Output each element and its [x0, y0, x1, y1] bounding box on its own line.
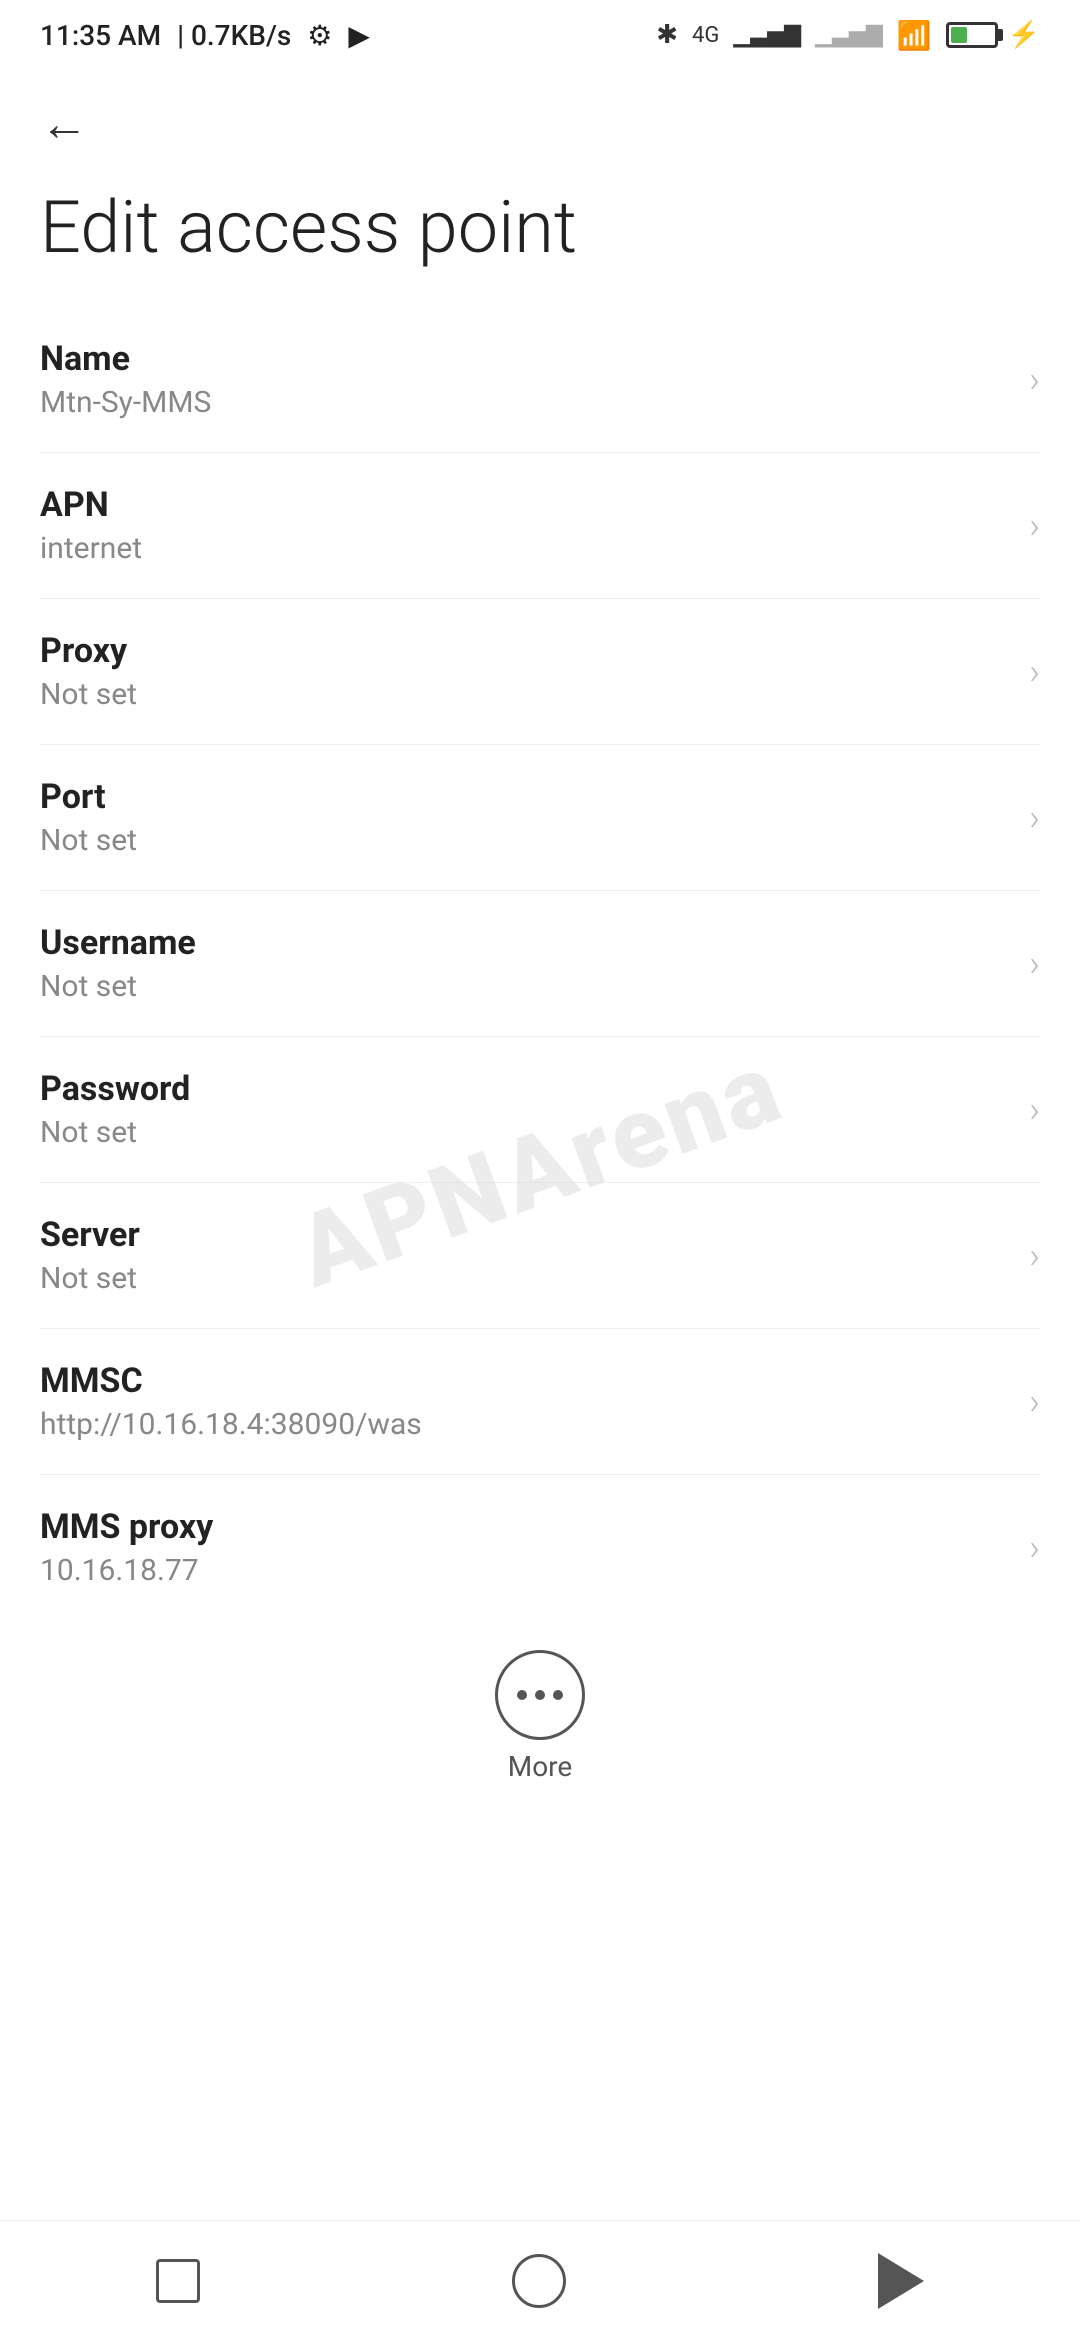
back-nav-button[interactable]	[878, 2253, 924, 2309]
chevron-right-icon-proxy: ›	[1029, 651, 1040, 693]
settings-item-label-mms-proxy: MMS proxy	[40, 1507, 1009, 1547]
signal-bars-icon: ▁▃▅▇	[733, 23, 801, 48]
settings-item-password[interactable]: Password Not set ›	[40, 1037, 1040, 1183]
settings-item-label-apn: APN	[40, 485, 1009, 525]
settings-item-apn[interactable]: APN internet ›	[40, 453, 1040, 599]
bluetooth-icon: ✱	[656, 20, 678, 50]
settings-item-label-port: Port	[40, 777, 1009, 817]
settings-item-value-mmsc: http://10.16.18.4:38090/was	[40, 1407, 1009, 1442]
signal-bars2-icon: ▁▃▅▇	[815, 23, 883, 48]
more-dots-icon	[517, 1690, 563, 1700]
status-bar: 11:35 AM | 0.7KB/s ⚙ ▶ ✱ 4G ▁▃▅▇ ▁▃▅▇ 📶 …	[0, 0, 1080, 70]
wifi-icon: 📶	[897, 19, 932, 52]
battery-box	[946, 22, 998, 48]
settings-item-value-mms-proxy: 10.16.18.77	[40, 1553, 1009, 1588]
back-arrow-icon: ←	[40, 100, 88, 148]
page-title: Edit access point	[40, 188, 1040, 267]
chevron-right-icon-username: ›	[1029, 943, 1040, 985]
settings-item-value-name: Mtn-Sy-MMS	[40, 385, 1009, 420]
settings-item-port[interactable]: Port Not set ›	[40, 745, 1040, 891]
battery-indicator: ⚡	[946, 20, 1040, 50]
settings-item-value-apn: internet	[40, 531, 1009, 566]
chevron-right-icon-port: ›	[1029, 797, 1040, 839]
settings-item-mmsc[interactable]: MMSC http://10.16.18.4:38090/was ›	[40, 1329, 1040, 1475]
settings-item-content-server: Server Not set	[40, 1215, 1009, 1296]
chevron-right-icon-mms-proxy: ›	[1029, 1527, 1040, 1569]
settings-item-server[interactable]: Server Not set ›	[40, 1183, 1040, 1329]
settings-list: Name Mtn-Sy-MMS › APN internet › Proxy N…	[0, 307, 1080, 1620]
chevron-right-icon-server: ›	[1029, 1235, 1040, 1277]
more-circle-icon	[495, 1650, 585, 1740]
settings-item-label-name: Name	[40, 339, 1009, 379]
settings-item-content-mms-proxy: MMS proxy 10.16.18.77	[40, 1507, 1009, 1588]
settings-item-content-apn: APN internet	[40, 485, 1009, 566]
settings-item-value-proxy: Not set	[40, 677, 1009, 712]
settings-item-label-password: Password	[40, 1069, 1009, 1109]
recent-apps-button[interactable]	[156, 2259, 200, 2303]
more-button[interactable]: More	[0, 1620, 1080, 1803]
signal-4g-icon: 4G	[692, 23, 719, 48]
settings-item-content-proxy: Proxy Not set	[40, 631, 1009, 712]
status-left: 11:35 AM | 0.7KB/s ⚙ ▶	[40, 19, 370, 52]
battery-fill	[951, 27, 967, 43]
back-button[interactable]: ←	[40, 100, 1040, 148]
settings-item-content-mmsc: MMSC http://10.16.18.4:38090/was	[40, 1361, 1009, 1442]
settings-item-proxy[interactable]: Proxy Not set ›	[40, 599, 1040, 745]
chevron-right-icon-mmsc: ›	[1029, 1381, 1040, 1423]
chevron-right-icon-name: ›	[1029, 359, 1040, 401]
settings-item-label-mmsc: MMSC	[40, 1361, 1009, 1401]
settings-item-content-username: Username Not set	[40, 923, 1009, 1004]
video-icon: ▶	[348, 19, 370, 52]
time-display: 11:35 AM	[40, 19, 161, 52]
nav-bar	[0, 2220, 1080, 2340]
settings-item-label-proxy: Proxy	[40, 631, 1009, 671]
settings-item-value-server: Not set	[40, 1261, 1009, 1296]
settings-item-content-name: Name Mtn-Sy-MMS	[40, 339, 1009, 420]
home-button[interactable]	[512, 2254, 566, 2308]
battery-bolt: ⚡	[1008, 20, 1040, 50]
chevron-right-icon-apn: ›	[1029, 505, 1040, 547]
settings-item-content-port: Port Not set	[40, 777, 1009, 858]
settings-item-value-password: Not set	[40, 1115, 1009, 1150]
chevron-right-icon-password: ›	[1029, 1089, 1040, 1131]
speed-display: | 0.7KB/s	[177, 19, 291, 52]
header: ← Edit access point	[0, 70, 1080, 307]
settings-item-mms-proxy[interactable]: MMS proxy 10.16.18.77 ›	[40, 1475, 1040, 1620]
settings-icon: ⚙	[307, 19, 332, 52]
settings-item-label-server: Server	[40, 1215, 1009, 1255]
settings-item-content-password: Password Not set	[40, 1069, 1009, 1150]
settings-item-name[interactable]: Name Mtn-Sy-MMS ›	[40, 307, 1040, 453]
settings-item-label-username: Username	[40, 923, 1009, 963]
settings-item-username[interactable]: Username Not set ›	[40, 891, 1040, 1037]
settings-item-value-username: Not set	[40, 969, 1009, 1004]
settings-item-value-port: Not set	[40, 823, 1009, 858]
status-right: ✱ 4G ▁▃▅▇ ▁▃▅▇ 📶 ⚡	[656, 19, 1040, 52]
more-label: More	[508, 1750, 573, 1783]
